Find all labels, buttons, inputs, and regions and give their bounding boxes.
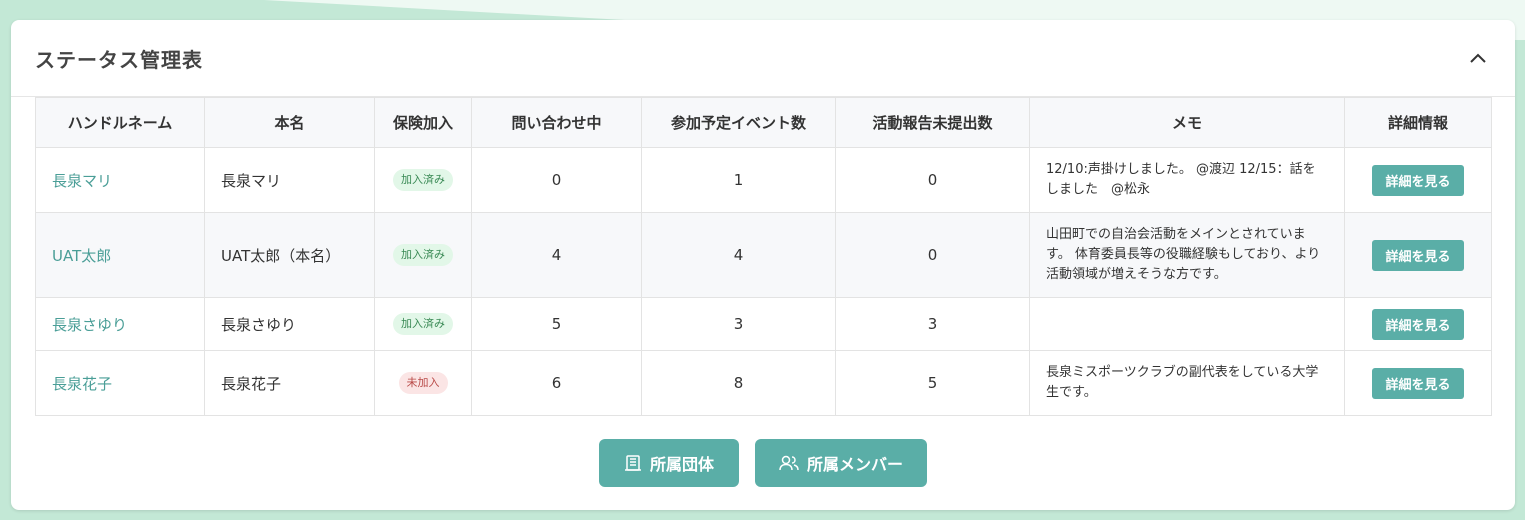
- reports-count: 0: [835, 212, 1030, 298]
- building-icon: [624, 454, 642, 472]
- column-header-inquiries: 問い合わせ中: [471, 97, 642, 148]
- footer-actions: 所属団体 所属メンバー: [11, 439, 1515, 487]
- memo-text: 山田町での自治会活動をメインとされています。 体育委員長等の役職経験もしており、…: [1029, 212, 1345, 298]
- insurance-badge: 加入済み: [393, 169, 453, 191]
- events-count: 1: [641, 147, 836, 213]
- real-name: UAT太郎（本名）: [204, 212, 375, 298]
- table-row: 長泉花子 長泉花子 未加入 6 8 5 長泉ミスポーツクラブの副代表をしている大…: [35, 350, 1492, 416]
- table-header-row: ハンドルネーム 本名 保険加入 問い合わせ中 参加予定イベント数 活動報告未提出…: [35, 97, 1492, 148]
- users-icon: [779, 454, 799, 472]
- reports-count: 3: [835, 297, 1030, 351]
- column-header-memo: メモ: [1029, 97, 1345, 148]
- column-header-events: 参加予定イベント数: [641, 97, 836, 148]
- inquiries-count: 5: [471, 297, 642, 351]
- detail-button[interactable]: 詳細を見る: [1372, 367, 1464, 399]
- events-count: 8: [641, 350, 836, 416]
- page-title: ステータス管理表: [35, 47, 203, 72]
- handle-link[interactable]: 長泉さゆり: [52, 316, 127, 334]
- detail-button[interactable]: 詳細を見る: [1372, 164, 1464, 196]
- handle-link[interactable]: 長泉マリ: [52, 172, 112, 190]
- insurance-badge: 未加入: [398, 372, 448, 394]
- collapse-chevron-icon[interactable]: [1467, 47, 1489, 69]
- members-button-label: 所属メンバー: [807, 455, 904, 474]
- memo-text: 長泉ミスポーツクラブの副代表をしている大学生です。: [1029, 350, 1345, 416]
- table-row: 長泉マリ 長泉マリ 加入済み 0 1 0 12/10:声掛けしました。 @渡辺 …: [35, 147, 1492, 213]
- column-header-detail: 詳細情報: [1344, 97, 1492, 148]
- real-name: 長泉マリ: [204, 147, 375, 213]
- memo-text: 12/10:声掛けしました。 @渡辺 12/15：話をしました @松永: [1029, 147, 1345, 213]
- memo-text: [1029, 297, 1345, 351]
- table-row: 長泉さゆり 長泉さゆり 加入済み 5 3 3 詳細を見る: [35, 297, 1492, 351]
- inquiries-count: 4: [471, 212, 642, 298]
- reports-count: 0: [835, 147, 1030, 213]
- inquiries-count: 6: [471, 350, 642, 416]
- insurance-badge: 加入済み: [393, 244, 453, 266]
- events-count: 3: [641, 297, 836, 351]
- reports-count: 5: [835, 350, 1030, 416]
- column-header-handle: ハンドルネーム: [35, 97, 205, 148]
- handle-link[interactable]: 長泉花子: [52, 375, 112, 393]
- card-header: ステータス管理表: [11, 20, 1515, 97]
- column-header-name: 本名: [204, 97, 375, 148]
- real-name: 長泉さゆり: [204, 297, 375, 351]
- events-count: 4: [641, 212, 836, 298]
- status-table: ハンドルネーム 本名 保険加入 問い合わせ中 参加予定イベント数 活動報告未提出…: [35, 97, 1492, 416]
- inquiries-count: 0: [471, 147, 642, 213]
- column-header-reports: 活動報告未提出数: [835, 97, 1030, 148]
- groups-button-label: 所属団体: [649, 455, 714, 474]
- column-header-insurance: 保険加入: [374, 97, 472, 148]
- status-card: ステータス管理表 ハンドルネーム 本名 保険加入 問い合わせ中 参加予定イベント…: [11, 20, 1515, 510]
- table-row: UAT太郎 UAT太郎（本名） 加入済み 4 4 0 山田町での自治会活動をメイ…: [35, 212, 1492, 298]
- detail-button[interactable]: 詳細を見る: [1372, 308, 1464, 340]
- detail-button[interactable]: 詳細を見る: [1372, 239, 1464, 271]
- members-button[interactable]: 所属メンバー: [755, 439, 927, 487]
- insurance-badge: 加入済み: [393, 313, 453, 335]
- real-name: 長泉花子: [204, 350, 375, 416]
- handle-link[interactable]: UAT太郎: [52, 247, 111, 265]
- groups-button[interactable]: 所属団体: [599, 439, 739, 487]
